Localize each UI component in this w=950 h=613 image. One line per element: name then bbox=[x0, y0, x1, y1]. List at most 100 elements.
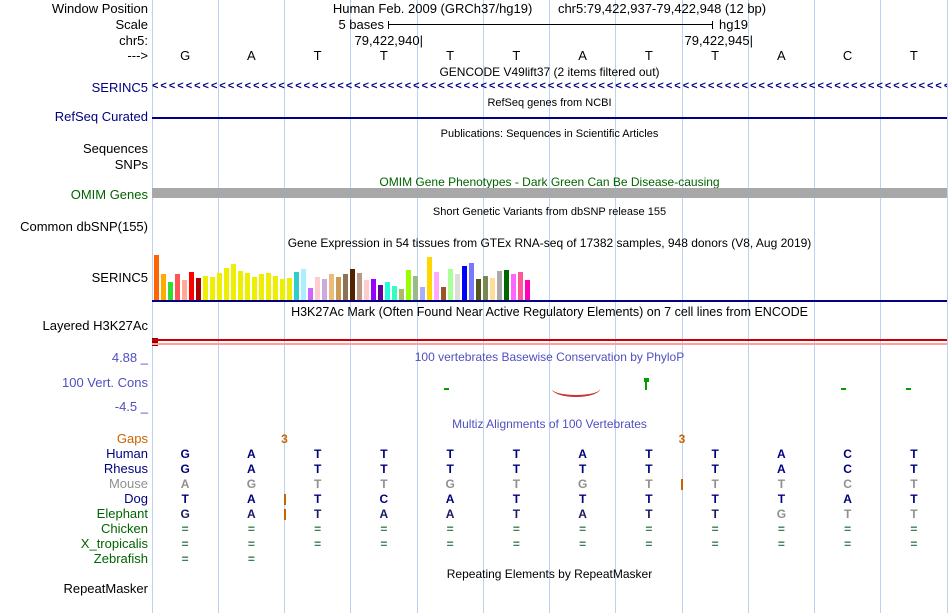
gtex-expression-bar[interactable] bbox=[399, 289, 404, 300]
dbsnp-track-header[interactable]: Short Genetic Variants from dbSNP releas… bbox=[152, 206, 947, 219]
alignment-base: = bbox=[181, 522, 189, 536]
alignment-base: T bbox=[512, 447, 521, 461]
multiz-species-label[interactable]: Dog bbox=[0, 492, 148, 506]
phylop-track-label[interactable]: 100 Vert. Cons bbox=[0, 376, 148, 390]
gtex-expression-bar[interactable] bbox=[301, 269, 306, 300]
gtex-expression-bar[interactable] bbox=[434, 272, 439, 300]
h3k27ac-track-header[interactable]: H3K27Ac Mark (Often Found Near Active Re… bbox=[152, 306, 947, 319]
gtex-expression-bar[interactable] bbox=[273, 276, 278, 300]
gtex-expression-bar[interactable] bbox=[315, 277, 320, 300]
omim-track-label[interactable]: OMIM Genes bbox=[0, 188, 148, 202]
gtex-expression-bar[interactable] bbox=[483, 276, 488, 300]
publications-snps-label[interactable]: SNPs bbox=[0, 158, 148, 172]
repeatmasker-track-header[interactable]: Repeating Elements by RepeatMasker bbox=[152, 568, 947, 581]
gtex-expression-bar[interactable] bbox=[182, 280, 187, 300]
gtex-expression-bar[interactable] bbox=[504, 270, 509, 300]
gtex-expression-bar[interactable] bbox=[280, 279, 285, 300]
gtex-expression-bar[interactable] bbox=[378, 285, 383, 300]
refseq-track-label[interactable]: RefSeq Curated bbox=[0, 110, 148, 124]
gtex-expression-bar[interactable] bbox=[469, 263, 474, 300]
gtex-expression-bar[interactable] bbox=[203, 276, 208, 300]
gtex-expression-bar[interactable] bbox=[462, 266, 467, 300]
refseq-gene-bar[interactable] bbox=[152, 117, 947, 119]
publications-sequences-label[interactable]: Sequences bbox=[0, 142, 148, 156]
multiz-species-label[interactable]: Zebrafish bbox=[0, 552, 148, 566]
gtex-expression-bar[interactable] bbox=[210, 277, 215, 300]
alignment-base: = bbox=[910, 537, 918, 551]
multiz-species-label[interactable]: Mouse bbox=[0, 477, 148, 491]
gtex-expression-bar[interactable] bbox=[308, 288, 313, 300]
gtex-expression-bar[interactable] bbox=[336, 277, 341, 300]
gtex-expression-bar[interactable] bbox=[525, 280, 530, 300]
gtex-expression-bar[interactable] bbox=[406, 270, 411, 300]
gtex-expression-bar[interactable] bbox=[154, 255, 159, 300]
gtex-expression-bar[interactable] bbox=[476, 279, 481, 300]
gencode-gene-label[interactable]: SERINC5 bbox=[0, 81, 148, 95]
gtex-expression-bar[interactable] bbox=[448, 269, 453, 300]
gtex-expression-bar[interactable] bbox=[371, 279, 376, 300]
ruler-base: A bbox=[247, 48, 256, 63]
gtex-expression-bar[interactable] bbox=[364, 280, 369, 300]
gtex-expression-bar[interactable] bbox=[224, 268, 229, 300]
gtex-expression-bar[interactable] bbox=[175, 274, 180, 300]
gtex-expression-bar[interactable] bbox=[455, 274, 460, 300]
gtex-expression-bar[interactable] bbox=[413, 276, 418, 300]
publications-track-header[interactable]: Publications: Sequences in Scientific Ar… bbox=[152, 128, 947, 141]
multiz-species-label[interactable]: Chicken bbox=[0, 522, 148, 536]
gtex-expression-barchart[interactable] bbox=[154, 252, 534, 300]
gtex-expression-bar[interactable] bbox=[259, 274, 264, 300]
gtex-expression-bar[interactable] bbox=[329, 274, 334, 300]
dbsnp-track-label[interactable]: Common dbSNP(155) bbox=[0, 220, 148, 234]
gtex-expression-bar[interactable] bbox=[287, 278, 292, 300]
h3k27ac-signal-red[interactable] bbox=[152, 339, 947, 341]
multiz-species-label[interactable]: Human bbox=[0, 447, 148, 461]
multiz-species-label[interactable]: Elephant bbox=[0, 507, 148, 521]
gtex-expression-bar[interactable] bbox=[420, 287, 425, 300]
gtex-expression-bar[interactable] bbox=[385, 282, 390, 300]
gtex-expression-bar[interactable] bbox=[350, 269, 355, 300]
refseq-track-header[interactable]: RefSeq genes from NCBI bbox=[152, 97, 947, 110]
gtex-expression-bar[interactable] bbox=[196, 278, 201, 300]
gtex-expression-bar[interactable] bbox=[490, 278, 495, 300]
gtex-expression-bar[interactable] bbox=[294, 272, 299, 300]
gencode-gene-strand-arrows[interactable]: <<<<<<<<<<<<<<<<<<<<<<<<<<<<<<<<<<<<<<<<… bbox=[152, 80, 947, 92]
alignment-base: G bbox=[180, 447, 190, 461]
gtex-expression-bar[interactable] bbox=[511, 274, 516, 300]
alignment-base: T bbox=[711, 477, 719, 491]
h3k27ac-track-label[interactable]: Layered H3K27Ac bbox=[0, 319, 148, 333]
multiz-track-header[interactable]: Multiz Alignments of 100 Vertebrates bbox=[152, 418, 947, 431]
gtex-track-header[interactable]: Gene Expression in 54 tissues from GTEx … bbox=[152, 237, 947, 250]
h3k27ac-signal-pink[interactable] bbox=[152, 343, 947, 345]
gtex-expression-bar[interactable] bbox=[441, 287, 446, 300]
gtex-expression-bar[interactable] bbox=[357, 273, 362, 300]
gtex-expression-bar[interactable] bbox=[427, 257, 432, 300]
gencode-track-header[interactable]: GENCODE V49lift37 (2 items filtered out) bbox=[152, 66, 947, 79]
gtex-expression-bar[interactable] bbox=[392, 286, 397, 300]
multiz-species-label[interactable]: X_tropicalis bbox=[0, 537, 148, 551]
gtex-expression-bar[interactable] bbox=[252, 277, 257, 300]
gtex-expression-bar[interactable] bbox=[168, 282, 173, 300]
gtex-expression-bar[interactable] bbox=[189, 272, 194, 300]
gtex-expression-bar[interactable] bbox=[238, 271, 243, 300]
multiz-species-label[interactable]: Gaps bbox=[0, 432, 148, 446]
gtex-expression-bar[interactable] bbox=[518, 272, 523, 300]
phylop-dash-mark bbox=[443, 388, 449, 390]
gtex-expression-bar[interactable] bbox=[217, 273, 222, 300]
omim-gene-bar[interactable] bbox=[152, 188, 947, 198]
multiz-species-label[interactable]: Rhesus bbox=[0, 462, 148, 476]
gtex-expression-bar[interactable] bbox=[497, 271, 502, 300]
coordinate-tick-2: 79,422,945| bbox=[684, 33, 753, 48]
phylop-track-header[interactable]: 100 vertebrates Basewise Conservation by… bbox=[152, 351, 947, 364]
alignment-base: = bbox=[844, 522, 852, 536]
alignment-base: = bbox=[181, 552, 189, 566]
phylop-negative-dip bbox=[551, 389, 600, 397]
gtex-expression-bar[interactable] bbox=[266, 273, 271, 300]
scale-bar bbox=[388, 21, 713, 29]
gtex-gene-label[interactable]: SERINC5 bbox=[0, 271, 148, 285]
gtex-expression-bar[interactable] bbox=[161, 274, 166, 300]
gtex-expression-bar[interactable] bbox=[231, 264, 236, 300]
gtex-expression-bar[interactable] bbox=[343, 274, 348, 300]
gtex-expression-bar[interactable] bbox=[245, 273, 250, 300]
repeatmasker-track-label[interactable]: RepeatMasker bbox=[0, 582, 148, 596]
gtex-expression-bar[interactable] bbox=[322, 279, 327, 300]
